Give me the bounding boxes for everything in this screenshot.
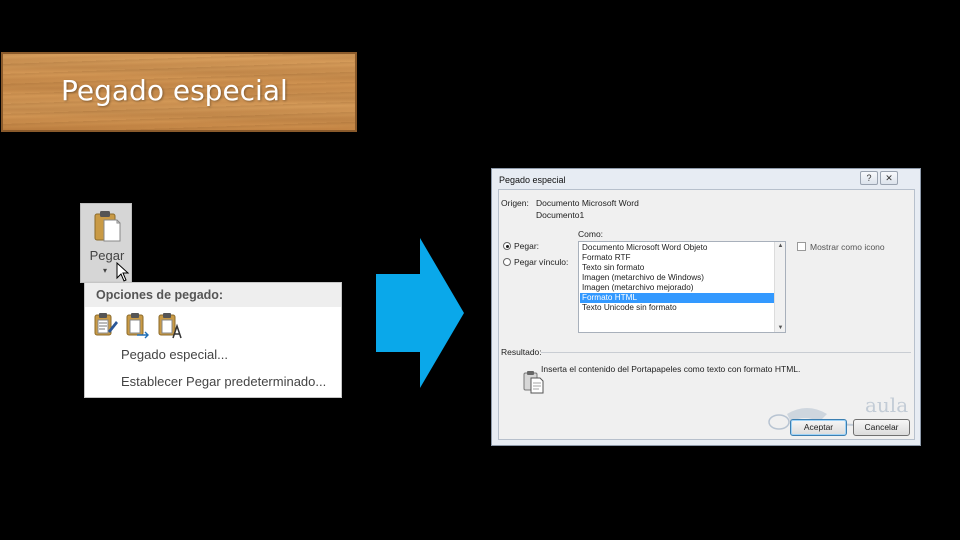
listbox-scrollbar[interactable]: ▲ ▼ [774,242,785,332]
slide-title: Pegado especial [61,74,288,107]
accept-button[interactable]: Aceptar [790,419,847,436]
scroll-up-icon[interactable]: ▲ [775,243,786,249]
clipboard-icon [94,211,121,242]
paste-label: Pegar [89,248,125,263]
result-description: Inserta el contenido del Portapapeles co… [541,364,801,374]
paste-radio-label: Pegar: [514,241,540,251]
paste-link-radio-label: Pegar vínculo: [514,257,569,267]
list-item[interactable]: Texto sin formato [580,263,774,273]
list-item[interactable]: Imagen (metarchivo de Windows) [580,273,774,283]
list-item[interactable]: Formato RTF [580,253,774,263]
right-arrow-icon [376,238,464,388]
result-label: Resultado: [501,347,542,357]
origin-label: Origen: [501,198,529,208]
merge-formatting-icon[interactable] [125,311,151,339]
help-button[interactable]: ? [860,171,878,185]
list-item[interactable]: Texto Unicode sin formato [580,303,774,313]
paste-special-dialog: Pegado especial ? ✕ Origen: Documento Mi… [491,168,921,446]
show-as-icon-checkbox[interactable] [797,242,806,251]
paste-options-menu: Opciones de pegado: Pegado especial... E… [84,282,342,398]
show-as-icon-label: Mostrar como icono [810,242,885,252]
close-button[interactable]: ✕ [880,171,898,185]
watermark-aula: aula [865,393,908,417]
title-banner: Pegado especial [1,52,357,132]
dialog-titlebar: Pegado especial ? ✕ [492,169,920,189]
keep-text-only-icon[interactable] [157,311,183,339]
result-separator [541,352,911,353]
cancel-button[interactable]: Cancelar [853,419,910,436]
menu-item-paste-special[interactable]: Pegado especial... [121,347,228,362]
dialog-body: Origen: Documento Microsoft Word Documen… [498,189,915,440]
keep-source-formatting-icon[interactable] [93,311,119,339]
paste-radio[interactable] [503,242,511,250]
origin-value: Documento Microsoft Word [536,198,639,208]
scroll-down-icon[interactable]: ▼ [775,325,786,331]
as-label: Como: [578,229,604,239]
list-item[interactable]: Imagen (metarchivo mejorado) [580,283,774,293]
list-item[interactable]: Documento Microsoft Word Objeto [580,243,774,253]
mouse-pointer-icon [116,262,130,282]
format-listbox[interactable]: Documento Microsoft Word Objeto Formato … [578,241,786,333]
chevron-down-icon[interactable]: ▾ [103,266,107,275]
dialog-title: Pegado especial [499,175,566,185]
paste-options-header: Opciones de pegado: [85,283,341,307]
list-item-selected[interactable]: Formato HTML [580,293,774,303]
origin-document: Documento1 [536,210,585,220]
paste-link-radio[interactable] [503,258,511,266]
menu-item-set-default-paste[interactable]: Establecer Pegar predeterminado... [121,374,326,389]
